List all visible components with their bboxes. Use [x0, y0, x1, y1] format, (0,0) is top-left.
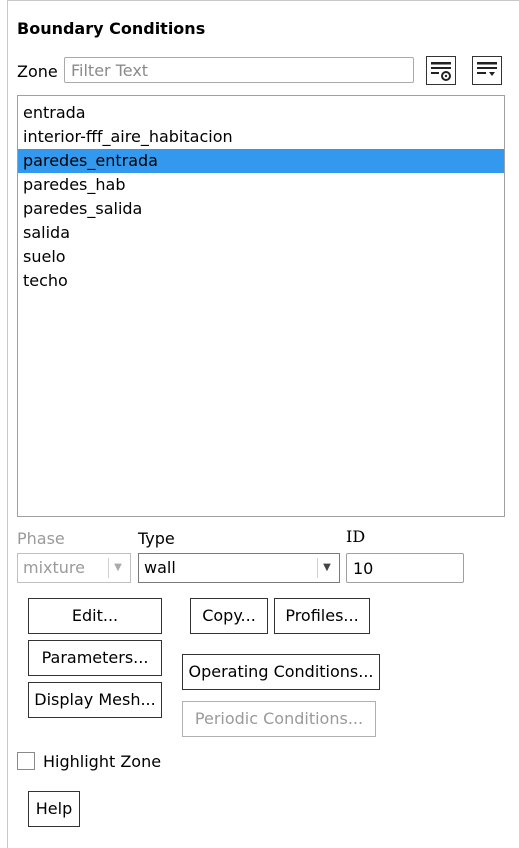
- zone-filter-input[interactable]: [64, 57, 414, 83]
- phase-select: mixture ▼: [17, 553, 131, 583]
- panel-border-left: [7, 0, 8, 848]
- zone-list-item-techo[interactable]: techo: [18, 269, 504, 293]
- zone-label: Zone: [17, 62, 58, 81]
- phase-select-value: mixture: [23, 558, 85, 577]
- filter-settings-icon: [431, 62, 451, 81]
- filter-dropdown-icon: [477, 62, 497, 76]
- zone-list-item-paredes-entrada[interactable]: paredes_entrada: [18, 149, 504, 173]
- zone-list-item-salida[interactable]: salida: [18, 221, 504, 245]
- zone-list-item-paredes-hab[interactable]: paredes_hab: [18, 173, 504, 197]
- highlight-zone-label: Highlight Zone: [43, 752, 162, 771]
- panel-title: Boundary Conditions: [17, 19, 206, 38]
- zone-list-item-interior[interactable]: interior-fff_aire_habitacion: [18, 125, 504, 149]
- id-field[interactable]: [346, 553, 464, 583]
- copy-button[interactable]: Copy...: [190, 598, 268, 634]
- zone-list-item-paredes-salida[interactable]: paredes_salida: [18, 197, 504, 221]
- filter-settings-button[interactable]: [426, 56, 456, 85]
- periodic-conditions-button: Periodic Conditions...: [182, 701, 376, 737]
- highlight-zone-checkbox[interactable]: [17, 752, 35, 770]
- phase-label: Phase: [17, 529, 65, 548]
- zone-list-item-suelo[interactable]: suelo: [18, 245, 504, 269]
- filter-dropdown-button[interactable]: [472, 56, 502, 85]
- edit-button[interactable]: Edit...: [28, 598, 162, 634]
- chevron-down-icon: ▼: [317, 558, 336, 578]
- panel-border-top: [7, 0, 519, 1]
- parameters-button[interactable]: Parameters...: [28, 640, 162, 676]
- profiles-button[interactable]: Profiles...: [274, 598, 370, 634]
- zone-list-item-entrada[interactable]: entrada: [18, 101, 504, 125]
- type-select-value: wall: [144, 558, 176, 577]
- id-label: ID: [346, 527, 366, 546]
- type-select[interactable]: wall ▼: [138, 553, 340, 583]
- zone-list[interactable]: entrada interior-fff_aire_habitacion par…: [17, 95, 505, 517]
- type-label: Type: [138, 529, 175, 548]
- help-button[interactable]: Help: [28, 791, 80, 827]
- display-mesh-button[interactable]: Display Mesh...: [28, 682, 162, 718]
- chevron-down-icon: ▼: [108, 558, 127, 578]
- operating-conditions-button[interactable]: Operating Conditions...: [182, 654, 380, 690]
